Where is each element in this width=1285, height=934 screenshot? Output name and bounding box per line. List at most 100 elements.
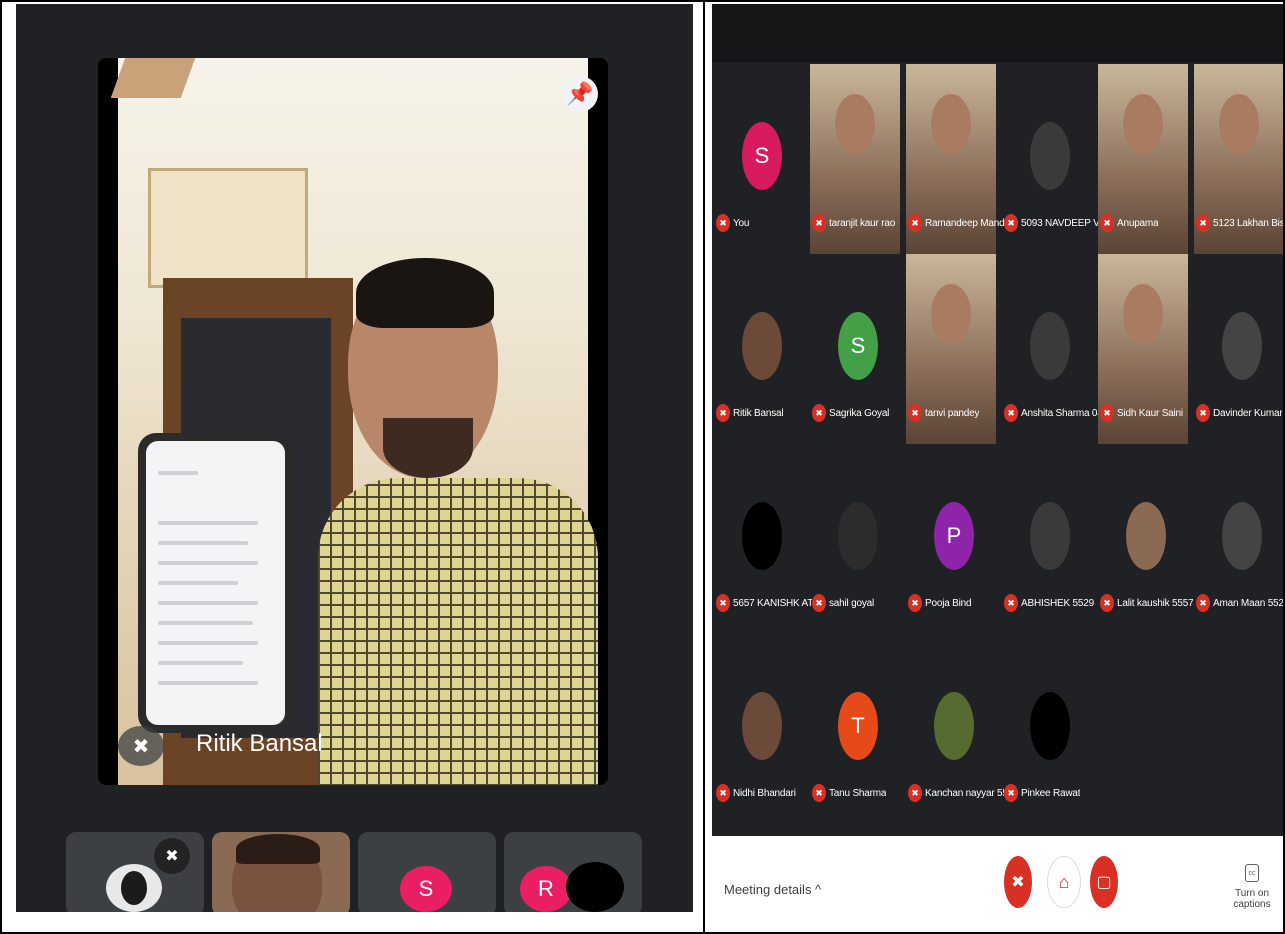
participant-name: Davinder Kumar <box>1213 407 1283 419</box>
participant-label: ✖ Pinkee Rawat <box>1004 782 1100 804</box>
mic-off-icon: ✖ <box>1004 594 1018 612</box>
participant-label: ✖ Davinder Kumar <box>1196 402 1283 424</box>
participant-name: Ritik Bansal <box>733 407 784 419</box>
avatar <box>934 692 974 760</box>
participant-name: tanvi pandey <box>925 407 980 419</box>
participant-name: Kanchan nayyar 5544 <box>925 787 1004 799</box>
participant-label: ✖ Lalit kaushik 5557 <box>1100 592 1196 614</box>
participant-name: ABHISHEK 5529 <box>1021 597 1094 609</box>
participant-label: ✖ Sidh Kaur Saini <box>1100 402 1196 424</box>
participant-face <box>1219 94 1259 154</box>
participant-label: ✖5093 NAVDEEP VINA... <box>1004 212 1100 234</box>
end-call-button[interactable]: ⌂ <box>1047 856 1081 908</box>
participant-label: ✖ tanvi pandey <box>908 402 1004 424</box>
participant-tile[interactable]: ✖ Anshita Sharma 04 <box>1000 252 1100 442</box>
speaker-name: Ritik Bansal <box>196 730 323 757</box>
avatar <box>838 502 878 570</box>
participant-tile[interactable]: ✖ Davinder Kumar <box>1192 252 1283 442</box>
participant-name: sahil goyal <box>829 597 875 609</box>
participant-tile[interactable]: ✖ Sidh Kaur Saini <box>1096 252 1188 444</box>
avatar <box>742 692 782 760</box>
participant-tile[interactable]: ✖ Pinkee Rawat <box>1000 632 1092 822</box>
participant-tile[interactable]: ✖ Ritik Bansal <box>712 252 804 442</box>
participant-name: Aman Maan 5528 <box>1213 597 1283 609</box>
person-hair <box>356 258 494 328</box>
avatar <box>106 864 162 912</box>
mic-off-icon: ✖ <box>716 784 730 802</box>
participant-name: Pinkee Rawat <box>1021 787 1081 799</box>
participant-tile[interactable]: S ✖ You <box>712 62 804 252</box>
camera-off-icon[interactable]: ▢ <box>1090 856 1118 908</box>
avatar <box>1030 502 1070 570</box>
thumbnail-tile[interactable]: R <box>504 832 642 912</box>
participant-tile[interactable]: ✖ Anupama <box>1096 62 1188 254</box>
participant-tile[interactable]: ✖Kanchan nayyar 5544 <box>904 632 1004 822</box>
thumbnail-tile[interactable]: S <box>358 832 496 912</box>
participant-name: You <box>733 217 750 229</box>
participant-tile[interactable]: T ✖ Tanu Sharma <box>808 632 900 822</box>
mic-off-icon: ✖ <box>118 726 164 766</box>
mic-off-icon: ✖ <box>812 784 826 802</box>
mic-off-icon[interactable]: ✖ <box>1004 856 1032 908</box>
participant-name: Pooja Bind <box>925 597 972 609</box>
participant-name: Anupama <box>1117 217 1159 229</box>
mic-off-icon: ✖ <box>1100 594 1114 612</box>
participant-tile[interactable]: S ✖ Sagrika Goyal <box>808 252 900 442</box>
participant-tile[interactable]: P ✖ Pooja Bind <box>904 442 996 632</box>
avatar: P <box>934 502 974 570</box>
avatar <box>742 502 782 570</box>
mic-off-icon: ✖ <box>908 214 922 232</box>
mic-off-icon: ✖ <box>1004 214 1018 232</box>
thumbnail-strip: ✖ S R <box>66 832 646 912</box>
participant-tile[interactable]: ✖ ABHISHEK 5529 <box>1000 442 1094 632</box>
participant-face <box>931 94 971 154</box>
mic-off-icon: ✖ <box>1004 404 1018 422</box>
participant-label: ✖ ABHISHEK 5529 <box>1004 592 1100 614</box>
participant-name: taranjit kaur rao <box>829 217 896 229</box>
participant-label: ✖ Sagrika Goyal <box>812 402 908 424</box>
participant-label: ✖ Anshita Sharma 04 <box>1004 402 1100 424</box>
participant-name: 5093 NAVDEEP VINA... <box>1021 217 1100 229</box>
thumbnail-tile[interactable]: ✖ <box>66 832 204 912</box>
avatar: R <box>520 866 572 912</box>
mic-off-icon: ✖ <box>1196 594 1210 612</box>
avatar <box>1126 502 1166 570</box>
participant-label: ✖ Aman Maan 5528 <box>1196 592 1283 614</box>
participant-label: ✖ Pooja Bind <box>908 592 1004 614</box>
mic-off-icon: ✖ <box>716 594 730 612</box>
participant-tile[interactable]: ✖ Nidhi Bhandari <box>712 632 804 822</box>
spotlight-video[interactable]: 📌 ✖ Ritik Bansal <box>98 58 608 785</box>
mic-off-icon: ✖ <box>1100 404 1114 422</box>
video-scene <box>110 58 598 785</box>
participant-tile[interactable]: ✖ sahil goyal <box>808 442 900 632</box>
desktop-meet-grid: S✖You✖taranjit kaur rao✖Ramandeep Mander… <box>712 4 1283 930</box>
bottom-controls: Meeting details ^ ✖ ⌂ ▢ cc Turn on capti… <box>712 836 1283 930</box>
participant-tile[interactable]: ✖5093 NAVDEEP VINA... <box>1000 62 1100 252</box>
participant-face <box>1123 284 1163 344</box>
participant-tile[interactable]: ✖ Aman Maan 5528 <box>1192 442 1283 632</box>
avatar: S <box>742 122 782 190</box>
participant-tile[interactable]: ✖5657 KANISHK ATTR... <box>712 442 812 632</box>
participant-label: ✖ Tanu Sharma <box>812 782 908 804</box>
avatar <box>1222 312 1262 380</box>
participant-label: ✖5657 KANISHK ATTR... <box>716 592 812 614</box>
grid-header <box>712 4 1283 62</box>
avatar: S <box>400 866 452 912</box>
held-phone <box>138 433 293 733</box>
thumbnail-tile[interactable] <box>212 832 350 912</box>
mic-off-icon: ✖ <box>716 214 730 232</box>
participant-tile[interactable]: ✖5123 Lakhan Bishn... <box>1192 62 1283 254</box>
participant-hair <box>236 834 320 864</box>
participant-label: ✖ sahil goyal <box>812 592 908 614</box>
mic-off-icon: ✖ <box>1100 214 1114 232</box>
participant-tile[interactable]: ✖Ramandeep Mander <box>904 62 1004 254</box>
captions-button[interactable]: cc Turn on captions <box>1222 864 1282 910</box>
participant-tile[interactable]: ✖ taranjit kaur rao <box>808 62 900 254</box>
meeting-details-button[interactable]: Meeting details ^ <box>724 882 821 897</box>
participant-label: ✖ taranjit kaur rao <box>812 212 908 234</box>
participant-name: Nidhi Bhandari <box>733 787 796 799</box>
participant-tile[interactable]: ✖ tanvi pandey <box>904 252 996 444</box>
participant-tile[interactable]: ✖ Lalit kaushik 5557 <box>1096 442 1193 632</box>
phone-screen <box>146 441 285 725</box>
pin-icon[interactable]: 📌 <box>562 76 598 112</box>
